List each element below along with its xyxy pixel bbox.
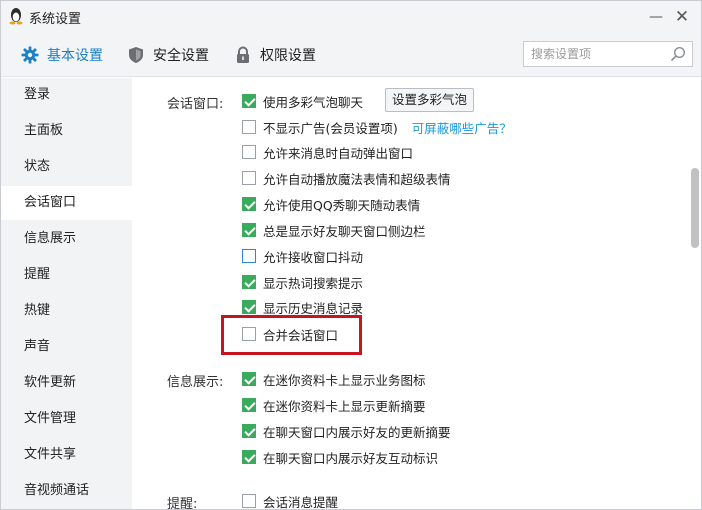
option-label: 不显示广告(会员设置项)	[263, 120, 398, 136]
sidebar-item-av-call[interactable]: 音视频通话	[1, 474, 132, 508]
checkbox[interactable]	[242, 171, 256, 185]
settings-content: 会话窗口: 使用多彩气泡聊天 设置多彩气泡 不显示广告(会员设置项) 可屏蔽哪些…	[132, 78, 688, 510]
ad-block-link[interactable]: 可屏蔽哪些广告？	[412, 118, 512, 137]
checkbox[interactable]	[242, 223, 256, 237]
scrollbar-thumb[interactable]	[691, 168, 699, 248]
option-label: 显示历史消息记录	[263, 300, 364, 316]
sidebar: 登录 主面板 状态 会话窗口 信息展示 提醒 热键 声音 软件更新 文件管理 文…	[1, 78, 132, 509]
sidebar-item-software-update[interactable]: 软件更新	[1, 366, 132, 400]
scrollbar-track[interactable]	[688, 78, 701, 509]
option-label: 会话消息提醒	[263, 494, 339, 510]
tab-security-settings-label: 安全设置	[153, 48, 209, 64]
tab-basic-settings-label: 基本设置	[47, 48, 103, 64]
sidebar-item-sound[interactable]: 声音	[1, 330, 132, 364]
option-label: 在迷你资料卡上显示业务图标	[263, 372, 426, 388]
search-icon[interactable]	[670, 46, 686, 62]
section-label-reminder: 提醒:	[167, 497, 198, 510]
option-label: 允许使用QQ秀聊天随动表情	[263, 197, 421, 213]
option-chat-interaction-marks[interactable]: 在聊天窗口内展示好友互动标识	[242, 448, 438, 466]
option-colorful-bubble[interactable]: 使用多彩气泡聊天	[242, 92, 363, 110]
section-label-info-display: 信息展示:	[167, 375, 224, 390]
checkbox[interactable]	[242, 145, 256, 159]
sidebar-item-file-management[interactable]: 文件管理	[1, 402, 132, 436]
tab-security-settings[interactable]: 安全设置	[127, 44, 209, 66]
tab-permission-settings[interactable]: 权限设置	[234, 44, 316, 66]
option-chat-friend-updates[interactable]: 在聊天窗口内展示好友的更新摘要	[242, 422, 451, 440]
option-label: 在迷你资料卡上显示更新摘要	[263, 398, 426, 414]
option-mini-card-updates[interactable]: 在迷你资料卡上显示更新摘要	[242, 396, 426, 414]
option-qqshow-emoji[interactable]: 允许使用QQ秀聊天随动表情	[242, 195, 420, 213]
search-input[interactable]	[531, 43, 669, 65]
checkbox[interactable]	[242, 372, 256, 386]
search-box[interactable]	[523, 41, 693, 67]
option-history[interactable]: 显示历史消息记录	[242, 298, 363, 316]
gear-icon	[21, 46, 39, 64]
checkbox[interactable]	[242, 398, 256, 412]
option-hot-words[interactable]: 显示热词搜索提示	[242, 273, 363, 291]
option-mini-card-icons[interactable]: 在迷你资料卡上显示业务图标	[242, 370, 426, 388]
sidebar-item-info-display[interactable]: 信息展示	[1, 222, 132, 256]
shield-icon	[129, 47, 143, 63]
checkbox[interactable]	[242, 424, 256, 438]
tab-bar: 基本设置 安全设置 权限设置	[1, 33, 701, 77]
option-show-sidebar[interactable]: 总是显示好友聊天窗口侧边栏	[242, 221, 426, 239]
sidebar-item-login[interactable]: 登录	[1, 78, 132, 112]
lock-icon	[237, 46, 249, 63]
option-label: 使用多彩气泡聊天	[263, 94, 364, 110]
window-title: 系统设置	[29, 12, 82, 27]
qq-penguin-icon	[9, 8, 23, 25]
tab-permission-settings-label: 权限设置	[260, 48, 316, 64]
checkbox[interactable]	[242, 120, 256, 134]
option-label: 在聊天窗口内展示好友互动标识	[263, 450, 439, 466]
checkbox[interactable]	[242, 197, 256, 211]
option-autoplay-emoji[interactable]: 允许自动播放魔法表情和超级表情	[242, 169, 451, 187]
title-bar[interactable]: 系统设置 — ✕	[1, 1, 701, 33]
checkbox[interactable]	[242, 249, 256, 263]
tab-basic-settings[interactable]: 基本设置	[21, 44, 103, 66]
section-label-chat-window: 会话窗口:	[167, 97, 224, 112]
checkbox[interactable]	[242, 94, 256, 108]
close-button[interactable]: ✕	[671, 6, 693, 28]
option-auto-popup[interactable]: 允许来消息时自动弹出窗口	[242, 143, 413, 161]
set-bubble-button[interactable]: 设置多彩气泡	[385, 88, 475, 112]
sidebar-item-status[interactable]: 状态	[1, 150, 132, 184]
option-label: 总是显示好友聊天窗口侧边栏	[263, 223, 426, 239]
option-hide-ads[interactable]: 不显示广告(会员设置项) 可屏蔽哪些广告？	[242, 118, 512, 136]
option-label: 允许来消息时自动弹出窗口	[263, 145, 414, 161]
highlight-box	[221, 315, 362, 355]
checkbox[interactable]	[242, 275, 256, 289]
minimize-button[interactable]: —	[645, 6, 667, 28]
sidebar-item-reminder[interactable]: 提醒	[1, 258, 132, 292]
checkbox[interactable]	[242, 494, 256, 508]
option-message-reminder[interactable]: 会话消息提醒	[242, 492, 339, 510]
settings-window: 系统设置 — ✕ 基本设置 安全设置 权限设置 搜索设置项 登录 主面板 状态 …	[0, 0, 702, 510]
option-label: 在聊天窗口内展示好友的更新摘要	[263, 424, 451, 440]
sidebar-item-chat-window[interactable]: 会话窗口	[1, 186, 132, 220]
sidebar-item-hotkeys[interactable]: 热键	[1, 294, 132, 328]
sidebar-item-main-panel[interactable]: 主面板	[1, 114, 132, 148]
option-label: 显示热词搜索提示	[263, 275, 364, 291]
checkbox[interactable]	[242, 450, 256, 464]
option-window-shake[interactable]: 允许接收窗口抖动	[242, 247, 363, 265]
option-label: 允许自动播放魔法表情和超级表情	[263, 171, 451, 187]
sidebar-item-file-sharing[interactable]: 文件共享	[1, 438, 132, 472]
option-label: 允许接收窗口抖动	[263, 249, 364, 265]
checkbox[interactable]	[242, 300, 256, 314]
